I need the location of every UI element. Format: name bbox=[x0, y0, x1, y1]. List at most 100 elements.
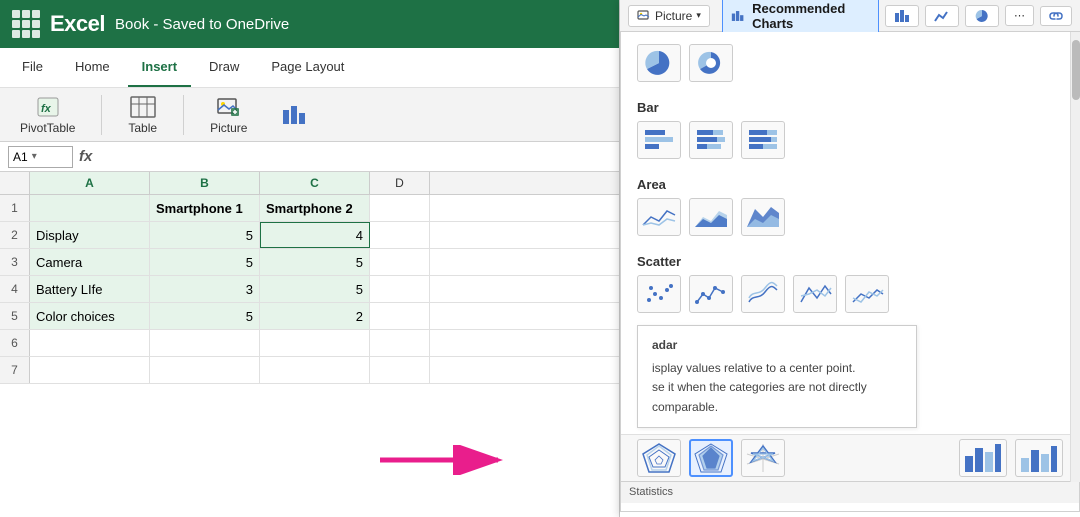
radar-basic-option[interactable] bbox=[637, 439, 681, 477]
row-num-5: 5 bbox=[0, 303, 30, 329]
cell-d4[interactable] bbox=[370, 276, 430, 302]
excel-left-panel: Excel Book - Saved to OneDrive File Home… bbox=[0, 0, 620, 517]
tab-home[interactable]: Home bbox=[61, 48, 124, 87]
cell-b1[interactable]: Smartphone 1 bbox=[150, 195, 260, 221]
cell-c3[interactable]: 5 bbox=[260, 249, 370, 275]
cell-d6[interactable] bbox=[370, 330, 430, 356]
table-button[interactable]: Table bbox=[120, 91, 165, 139]
cell-reference[interactable]: A1 ▾ bbox=[8, 146, 73, 168]
cell-c1[interactable]: Smartphone 2 bbox=[260, 195, 370, 221]
cell-a2[interactable]: Display bbox=[30, 222, 150, 248]
table-row: 6 bbox=[0, 330, 619, 357]
scatter-lines2-option[interactable] bbox=[845, 275, 889, 313]
cell-b2[interactable]: 5 bbox=[150, 222, 260, 248]
svg-text:fx: fx bbox=[41, 103, 52, 115]
cell-a4[interactable]: Battery LIfe bbox=[30, 276, 150, 302]
more-charts-btn[interactable]: ⋯ bbox=[1005, 5, 1034, 26]
divider1 bbox=[101, 95, 102, 135]
column-chart-btn[interactable] bbox=[885, 5, 919, 27]
chart-scrollbar[interactable] bbox=[1070, 32, 1080, 482]
cell-c5[interactable]: 2 bbox=[260, 303, 370, 329]
row-num-3: 3 bbox=[0, 249, 30, 275]
formula-input[interactable] bbox=[98, 146, 611, 168]
radar-filled-option[interactable] bbox=[689, 439, 733, 477]
area-filled-option[interactable] bbox=[689, 198, 733, 236]
pie-chart-btn[interactable] bbox=[965, 5, 999, 27]
cell-b4[interactable]: 3 bbox=[150, 276, 260, 302]
col-header-a[interactable]: A bbox=[30, 172, 150, 194]
area-line-option[interactable] bbox=[637, 198, 681, 236]
recommended-charts-btn[interactable]: Recommended Charts bbox=[722, 0, 879, 35]
table-row: 3 Camera 5 5 bbox=[0, 249, 619, 276]
scatter-section-title: Scatter bbox=[637, 254, 1063, 269]
tab-file[interactable]: File bbox=[8, 48, 57, 87]
chart-scrollbar-thumb[interactable] bbox=[1072, 40, 1080, 100]
chart-ribbon-top: Picture ▾ Recommended Charts bbox=[620, 0, 1080, 32]
cell-b6[interactable] bbox=[150, 330, 260, 356]
cell-d2[interactable] bbox=[370, 222, 430, 248]
cell-a5[interactable]: Color choices bbox=[30, 303, 150, 329]
col-header-b[interactable]: B bbox=[150, 172, 260, 194]
area-filled2-option[interactable] bbox=[741, 198, 785, 236]
cell-a3[interactable]: Camera bbox=[30, 249, 150, 275]
picture-button[interactable]: Picture bbox=[202, 91, 255, 139]
fx-symbol: fx bbox=[79, 148, 92, 165]
cell-a1[interactable] bbox=[30, 195, 150, 221]
line-chart-btn[interactable] bbox=[925, 5, 959, 27]
cell-c7[interactable] bbox=[260, 357, 370, 383]
donut-chart-option[interactable] bbox=[689, 44, 733, 82]
bar-chart-right1[interactable] bbox=[959, 439, 1007, 477]
col-header-c[interactable]: C bbox=[260, 172, 370, 194]
bar-chart-right2[interactable] bbox=[1015, 439, 1063, 477]
cell-d3[interactable] bbox=[370, 249, 430, 275]
scatter-dots-option[interactable] bbox=[637, 275, 681, 313]
table-row: 4 Battery LIfe 3 5 bbox=[0, 276, 619, 303]
col-header-d[interactable]: D bbox=[370, 172, 430, 194]
radar-tooltip-line2: se it when the categories are not direct… bbox=[652, 378, 902, 416]
cell-c4[interactable]: 5 bbox=[260, 276, 370, 302]
cell-a6[interactable] bbox=[30, 330, 150, 356]
scatter-connected-option[interactable] bbox=[689, 275, 733, 313]
cell-b7[interactable] bbox=[150, 357, 260, 383]
scatter-smooth-option[interactable] bbox=[741, 275, 785, 313]
row-num-7: 7 bbox=[0, 357, 30, 383]
pie-chart-icon bbox=[974, 9, 990, 23]
row-num-header bbox=[0, 172, 30, 194]
cell-a7[interactable] bbox=[30, 357, 150, 383]
cell-c6[interactable] bbox=[260, 330, 370, 356]
cell-d7[interactable] bbox=[370, 357, 430, 383]
tab-draw[interactable]: Draw bbox=[195, 48, 253, 87]
pie-chart-option[interactable] bbox=[637, 44, 681, 82]
picture-icon bbox=[215, 95, 243, 119]
workbook-title: Book - Saved to OneDrive bbox=[115, 16, 289, 33]
cell-d1[interactable] bbox=[370, 195, 430, 221]
radar-star-option[interactable] bbox=[741, 439, 785, 477]
picture-btn-label: Picture bbox=[655, 9, 692, 23]
bar-stacked-option[interactable] bbox=[689, 121, 733, 159]
link-btn[interactable] bbox=[1040, 6, 1072, 26]
pie-icons-row bbox=[637, 44, 1063, 82]
chart-button[interactable] bbox=[273, 99, 317, 131]
tab-page-layout[interactable]: Page Layout bbox=[257, 48, 358, 87]
column-headers: A B C D bbox=[0, 172, 619, 195]
chart-dropdown: Bar bbox=[620, 32, 1080, 512]
chart-panel: Picture ▾ Recommended Charts bbox=[620, 0, 1080, 517]
chart-icon bbox=[281, 103, 309, 127]
picture-btn[interactable]: Picture ▾ bbox=[628, 5, 710, 27]
bar-100-option[interactable] bbox=[741, 121, 785, 159]
fx-button: fx PivotTable bbox=[12, 91, 83, 139]
table-row: 5 Color choices 5 2 bbox=[0, 303, 619, 330]
line-chart-icon bbox=[934, 9, 950, 23]
cell-c2[interactable]: 4 bbox=[260, 222, 370, 248]
table-row: 2 Display 5 4 bbox=[0, 222, 619, 249]
scatter-x-option[interactable] bbox=[793, 275, 837, 313]
radar-tooltip-area: adar isplay values relative to a center … bbox=[621, 323, 1079, 434]
tab-insert[interactable]: Insert bbox=[128, 48, 191, 87]
apps-grid-icon[interactable] bbox=[12, 10, 40, 38]
cell-d5[interactable] bbox=[370, 303, 430, 329]
table-row: 7 bbox=[0, 357, 619, 384]
table-icon bbox=[129, 95, 157, 119]
cell-b3[interactable]: 5 bbox=[150, 249, 260, 275]
cell-b5[interactable]: 5 bbox=[150, 303, 260, 329]
bar-clustered-option[interactable] bbox=[637, 121, 681, 159]
